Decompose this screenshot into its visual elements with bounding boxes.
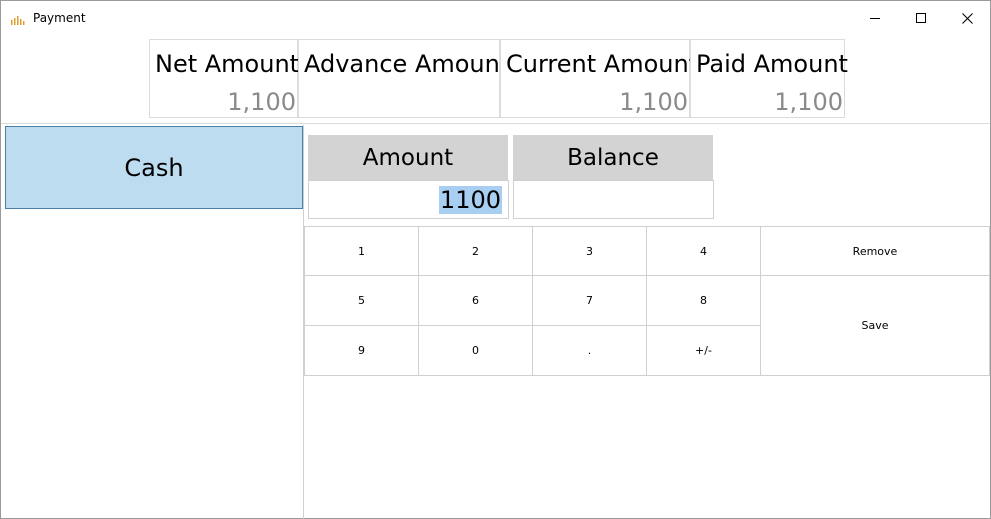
key-3[interactable]: 3 [532,226,647,276]
key-4[interactable]: 4 [646,226,761,276]
current-amount-box: Current Amount 1,100 [500,39,698,118]
paid-amount-label: Paid Amount [696,50,848,78]
key-5[interactable]: 5 [304,275,419,326]
minimize-icon [869,17,880,19]
maximize-icon [915,12,926,23]
net-amount-label: Net Amount [155,50,300,78]
amount-header: Amount [308,135,508,180]
advance-amount-label: Advance Amount [304,50,510,78]
key-2[interactable]: 2 [418,226,533,276]
amount-field[interactable]: 1100 [308,180,509,219]
current-amount-label: Current Amount [506,50,699,78]
key-plus-minus[interactable]: +/- [646,325,761,376]
close-icon [961,12,973,24]
current-amount-value: 1,100 [619,88,688,116]
key-1[interactable]: 1 [304,226,419,276]
window-title: Payment [33,11,86,25]
maximize-button[interactable] [898,1,944,35]
amount-input-value[interactable]: 1100 [438,186,502,214]
balance-field[interactable] [513,180,714,219]
key-6[interactable]: 6 [418,275,533,326]
payment-method-cash[interactable]: Cash [5,126,303,209]
net-amount-box: Net Amount 1,100 [149,39,300,118]
net-amount-value: 1,100 [227,88,296,116]
advance-amount-box: Advance Amount [298,39,509,118]
numeric-keypad: 1 2 3 4 Remove 5 6 7 8 Save 9 0 . +/- [304,226,990,376]
header-divider [1,123,990,124]
key-decimal[interactable]: . [532,325,647,376]
key-7[interactable]: 7 [532,275,647,326]
paid-amount-box: Paid Amount 1,100 [690,39,848,118]
balance-header: Balance [513,135,713,180]
payment-methods-pane: Cash [4,125,304,519]
key-0[interactable]: 0 [418,325,533,376]
app-icon [11,13,27,25]
remove-button[interactable]: Remove [760,226,990,276]
payment-window: Payment Net Amount 1,100 Advance Amount … [0,0,991,519]
close-button[interactable] [944,1,990,35]
minimize-button[interactable] [852,1,898,35]
key-8[interactable]: 8 [646,275,761,326]
key-9[interactable]: 9 [304,325,419,376]
save-button[interactable]: Save [760,275,990,376]
title-bar[interactable]: Payment [1,1,990,35]
paid-amount-value: 1,100 [774,88,843,116]
